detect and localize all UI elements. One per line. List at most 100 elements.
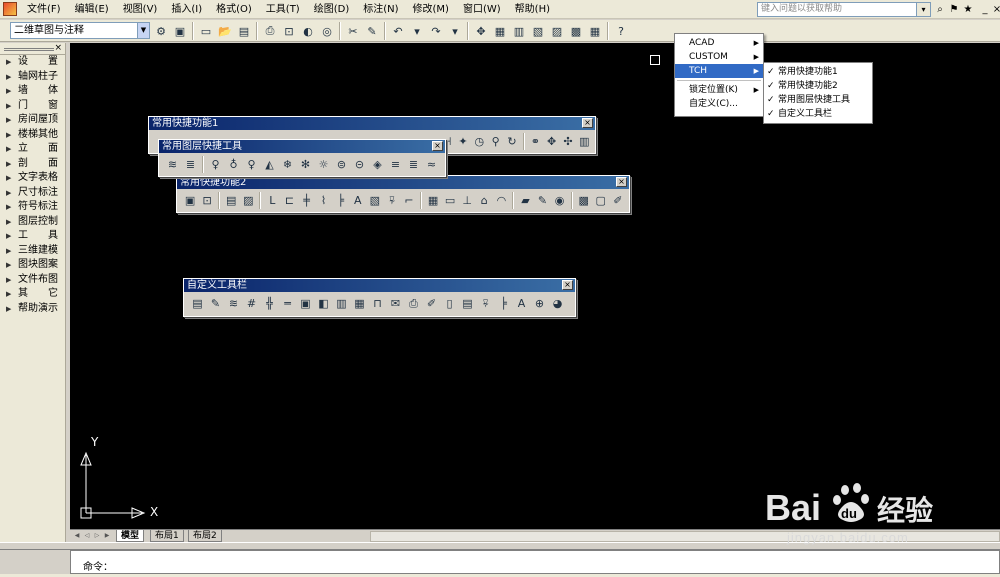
menu-insert[interactable]: 插入(I) (164, 2, 209, 17)
link-icon[interactable]: ⚭ (528, 133, 543, 150)
move-icon[interactable]: ✥ (544, 133, 559, 150)
tab-layout1[interactable]: 布局1 (150, 530, 184, 542)
table-icon[interactable]: ▤ (223, 192, 239, 209)
first-tab-icon[interactable]: ◀ (72, 531, 82, 541)
3d-dwf-icon[interactable]: ◎ (318, 22, 336, 40)
left-item-tools[interactable]: ▶ 工 具 (0, 229, 65, 244)
grid-axis-icon[interactable]: ╞ (495, 295, 512, 312)
layer-match-icon[interactable]: ≈ (423, 156, 440, 173)
sheet-set-icon[interactable]: ▨ (548, 22, 566, 40)
design-center-icon[interactable]: ▥ (510, 22, 528, 40)
opening-icon[interactable]: ◧ (315, 295, 332, 312)
layer-copy-icon[interactable]: ≣ (405, 156, 422, 173)
pan-icon[interactable]: ✥ (472, 22, 490, 40)
next-tab-icon[interactable]: ▷ (92, 531, 102, 541)
edit-table-icon[interactable]: ✎ (207, 295, 224, 312)
plot-preview-icon[interactable]: ⊡ (280, 22, 298, 40)
menu-format[interactable]: 格式(O) (209, 2, 259, 17)
plot-icon[interactable]: ⎙ (261, 22, 279, 40)
layer-states-icon[interactable]: ≣ (182, 156, 199, 173)
tab-model[interactable]: 模型 (116, 530, 145, 542)
page-setup-icon[interactable]: ▤ (189, 295, 206, 312)
table-icon[interactable]: ▤ (459, 295, 476, 312)
symbol-icon[interactable]: ⍫ (384, 192, 400, 209)
left-item-dimension[interactable]: ▶ 尺寸标注 (0, 186, 65, 201)
elevation-icon[interactable]: ▥ (333, 295, 350, 312)
redo-icon[interactable]: ↷ (427, 22, 445, 40)
book-icon[interactable]: ▯ (441, 295, 458, 312)
freeze-icon[interactable]: ❄ (279, 156, 296, 173)
workspace-select[interactable]: 二维草图与注释 (10, 22, 150, 39)
crosshair-icon[interactable]: ⊕ (531, 295, 548, 312)
menu-item-custom[interactable]: CUSTOM ▶ (675, 50, 763, 64)
layer-isolate-icon[interactable]: ◭ (261, 156, 278, 173)
toolbar-title-bar[interactable]: 常用快捷功能1 × (149, 117, 595, 130)
menu-draw[interactable]: 绘图(D) (307, 2, 357, 17)
cut-icon[interactable]: ✂ (344, 22, 362, 40)
marker-icon[interactable]: ⌐ (401, 192, 417, 209)
left-item-elevation[interactable]: ▶ 立 面 (0, 142, 65, 157)
workspace-settings-icon[interactable]: ⚙ (152, 22, 170, 40)
stamp-icon[interactable]: ⊥ (459, 192, 475, 209)
window-icon[interactable]: ▣ (182, 192, 198, 209)
app-icon[interactable] (3, 2, 17, 16)
frame-icon[interactable]: ⊓ (369, 295, 386, 312)
eraser-icon[interactable]: ▰ (517, 192, 533, 209)
match-properties-icon[interactable]: ✎ (363, 22, 381, 40)
left-item-section[interactable]: ▶ 剖 面 (0, 157, 65, 172)
close-icon[interactable]: × (432, 141, 443, 151)
properties-icon[interactable]: ▦ (491, 22, 509, 40)
refresh-icon[interactable]: ↻ (504, 133, 519, 150)
redo-dropdown-icon[interactable]: ▾ (446, 22, 464, 40)
left-item-room-roof[interactable]: ▶ 房间屋顶 (0, 113, 65, 128)
left-item-help-demo[interactable]: ▶ 帮助演示 (0, 302, 65, 317)
menu-item-tch[interactable]: TCH ▶ (675, 64, 763, 78)
text-icon[interactable]: A (350, 192, 366, 209)
favorites-icon[interactable]: ★ (961, 2, 975, 17)
left-item-symbol[interactable]: ▶ 符号标注 (0, 200, 65, 215)
close-drawing-icon[interactable]: × (990, 2, 1000, 17)
unlock-icon[interactable]: ⊝ (351, 156, 368, 173)
help-icon[interactable]: ? (612, 22, 630, 40)
submenu-item-layer-tools[interactable]: ✓ 常用图层快捷工具 (764, 93, 872, 107)
polyline-icon[interactable]: ᒪ (264, 192, 280, 209)
left-item-3d-modeling[interactable]: ▶ 三维建模 (0, 244, 65, 259)
menu-dimension[interactable]: 标注(N) (356, 2, 405, 17)
microscope-icon[interactable]: ⚲ (488, 133, 503, 150)
help-search-dropdown-icon[interactable]: ▾ (917, 2, 931, 17)
lock-icon[interactable]: ⊜ (333, 156, 350, 173)
column-icon[interactable]: ╬ (261, 295, 278, 312)
left-item-blocks-patterns[interactable]: ▶ 图块图案 (0, 258, 65, 273)
print-icon[interactable]: ⎙ (405, 295, 422, 312)
pattern-icon[interactable]: ▩ (576, 192, 592, 209)
panel-grip[interactable] (4, 48, 54, 51)
left-item-text-table[interactable]: ▶ 文字表格 (0, 171, 65, 186)
save-icon[interactable]: ▤ (235, 22, 253, 40)
stair-icon[interactable]: ⌇ (316, 192, 332, 209)
text-icon[interactable]: A (513, 295, 530, 312)
help-search-input[interactable]: 键入问题以获取帮助 (757, 2, 917, 17)
bulb-on-icon[interactable]: ♀ (207, 156, 224, 173)
edit-icon[interactable]: ✎ (534, 192, 550, 209)
menu-window[interactable]: 窗口(W) (456, 2, 508, 17)
sun-icon[interactable]: ☼ (315, 156, 332, 173)
toolbar-title-bar[interactable]: 自定义工具栏 × (184, 279, 575, 292)
submenu-item-custom-toolbar[interactable]: ✓ 自定义工具栏 (764, 107, 872, 121)
toolbar-title-bar[interactable]: 常用快捷功能2 × (177, 176, 629, 189)
menu-edit[interactable]: 编辑(E) (68, 2, 116, 17)
wall-icon[interactable]: ╪ (298, 192, 314, 209)
frame-icon[interactable]: ▢ (593, 192, 609, 209)
layer-merge-icon[interactable]: ≡ (387, 156, 404, 173)
submenu-item-quick-1[interactable]: ✓ 常用快捷功能1 (764, 65, 872, 79)
left-item-file-layout[interactable]: ▶ 文件布图 (0, 273, 65, 288)
left-item-settings[interactable]: ▶ 设 置 (0, 55, 65, 70)
menu-item-lock-position[interactable]: 锁定位置(K) ▶ (675, 83, 763, 97)
open-file-icon[interactable]: 📂 (216, 22, 234, 40)
zoom-window-icon[interactable]: ⊡ (199, 192, 215, 209)
workspace-dropdown-icon[interactable]: ▼ (137, 23, 149, 38)
left-item-axis-grid[interactable]: ▶ 轴网柱子 (0, 70, 65, 85)
last-tab-icon[interactable]: ▶ (102, 531, 112, 541)
workspace-save-icon[interactable]: ▣ (171, 22, 189, 40)
menu-modify[interactable]: 修改(M) (406, 2, 456, 17)
clipboard-icon[interactable]: ▥ (577, 133, 592, 150)
